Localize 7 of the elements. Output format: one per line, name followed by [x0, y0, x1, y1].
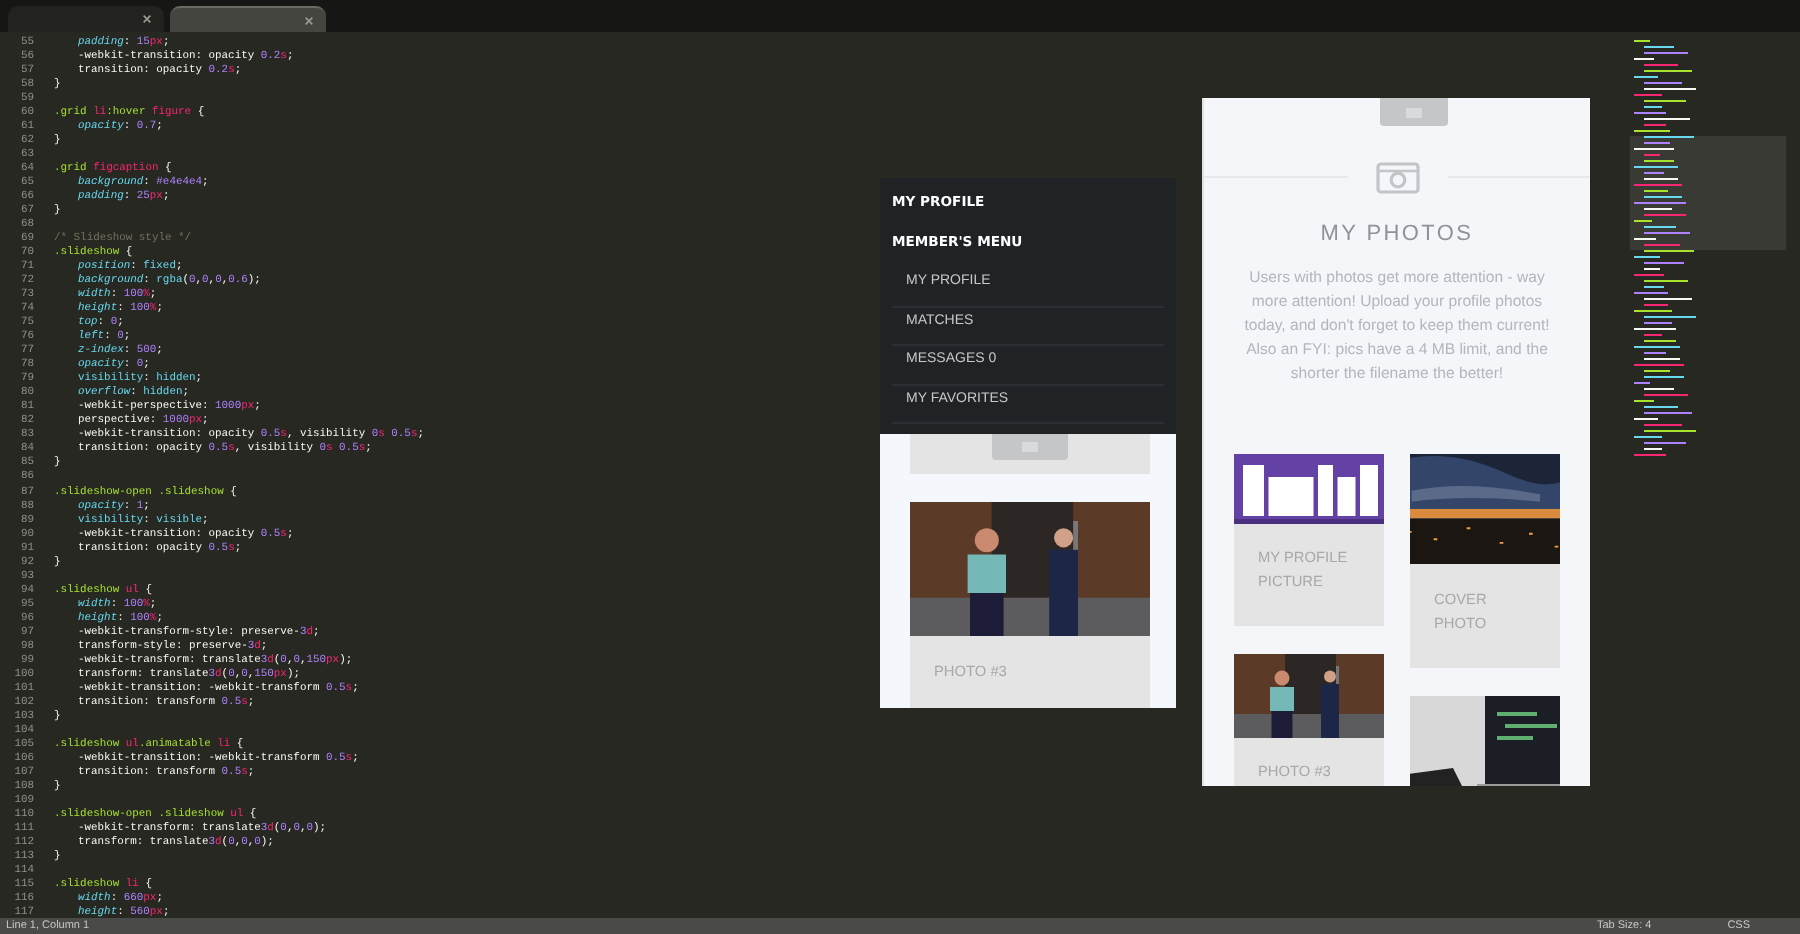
- handle-button[interactable]: [992, 434, 1068, 460]
- editor-tab[interactable]: [170, 6, 326, 32]
- handle-button[interactable]: [1379, 98, 1447, 126]
- close-icon[interactable]: [304, 15, 314, 25]
- close-icon[interactable]: [142, 14, 152, 24]
- camera-icon: [1375, 160, 1419, 194]
- section-title: MY PHOTOS: [1318, 222, 1476, 246]
